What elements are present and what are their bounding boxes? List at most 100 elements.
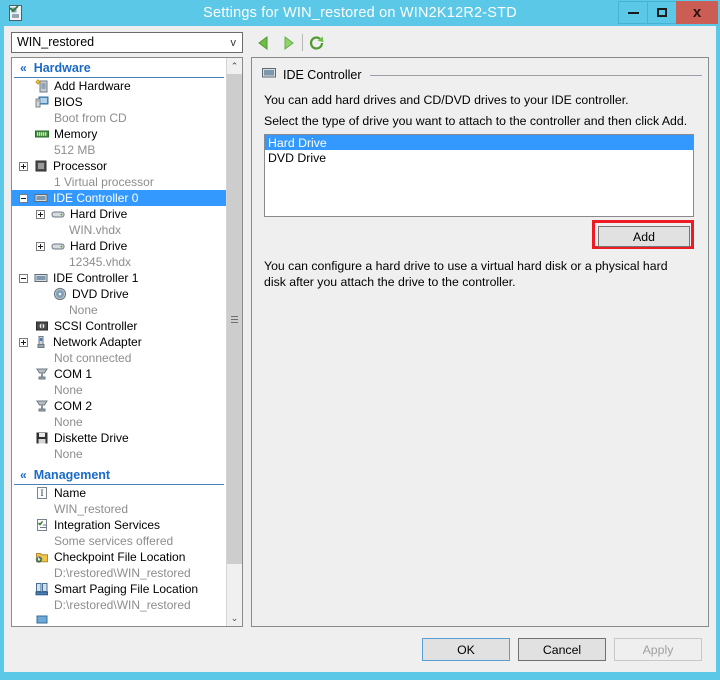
tree-item-label: Processor — [53, 159, 107, 173]
tree-item-sub: WIN_restored — [12, 501, 226, 517]
scrollbar-thumb[interactable] — [227, 74, 242, 564]
tree-item-dvd-drive[interactable]: DVD Drive — [12, 286, 226, 302]
tree-item-label: COM 1 — [54, 367, 92, 381]
chevron-up-icon: « — [20, 469, 27, 481]
ide-controller-icon — [262, 66, 277, 84]
memory-icon — [34, 127, 50, 141]
window-title: Settings for WIN_restored on WIN2K12R2-S… — [0, 0, 720, 26]
expand-toggle[interactable] — [19, 162, 28, 171]
scroll-up-button[interactable]: ⌃ — [227, 58, 242, 74]
forward-button[interactable] — [278, 33, 298, 53]
tree-item-sub: Some services offered — [12, 533, 226, 549]
tree-item-hard-drive-1[interactable]: Hard Drive — [12, 206, 226, 222]
tree-item-bios[interactable]: BIOS — [12, 94, 226, 110]
bios-icon — [34, 95, 50, 109]
maximize-button[interactable] — [647, 1, 677, 24]
tree-item-label: Checkpoint File Location — [54, 550, 185, 564]
tree-item-processor[interactable]: Processor — [12, 158, 226, 174]
diskette-drive-icon — [34, 431, 50, 445]
back-arrow-icon — [254, 33, 274, 53]
tree-item-name[interactable]: I Name — [12, 485, 226, 501]
tree-item-label: DVD Drive — [72, 287, 129, 301]
tree-item-sub: Boot from CD — [12, 110, 226, 126]
window-controls: x — [619, 1, 718, 25]
tree-item-integration-services[interactable]: Integration Services — [12, 517, 226, 533]
add-button[interactable]: Add — [598, 226, 690, 247]
expand-toggle[interactable] — [19, 338, 28, 347]
dialog-button-row: OK Cancel Apply — [4, 634, 716, 664]
tree-item-label: Hard Drive — [70, 239, 127, 253]
list-item-hard-drive[interactable]: Hard Drive — [265, 135, 693, 150]
cancel-button[interactable]: Cancel — [518, 638, 606, 661]
refresh-button[interactable] — [307, 33, 327, 53]
expand-toggle[interactable] — [36, 242, 45, 251]
hard-drive-icon — [50, 239, 66, 253]
tree-item-memory[interactable]: Memory — [12, 126, 226, 142]
collapse-toggle[interactable] — [19, 194, 28, 203]
vm-selector-combobox[interactable]: WIN_restored v — [11, 32, 243, 53]
add-button-highlight: Add — [592, 220, 694, 249]
group-header: IDE Controller — [262, 66, 702, 84]
description-line-1: You can add hard drives and CD/DVD drive… — [264, 92, 694, 108]
ide-controller-icon — [33, 191, 49, 205]
tree-scrollbar[interactable]: ⌃ ⌄ — [226, 58, 242, 626]
vm-selector-value: WIN_restored — [17, 35, 94, 49]
tree-item-label: Add Hardware — [54, 79, 131, 93]
tree-item-sub: None — [12, 382, 226, 398]
toolbar: WIN_restored v — [4, 26, 716, 58]
scroll-down-button[interactable]: ⌄ — [227, 610, 242, 626]
minimize-button[interactable] — [618, 1, 648, 24]
tree-item-sub: Not connected — [12, 350, 226, 366]
ok-button[interactable]: OK — [422, 638, 510, 661]
hardware-tree-panel[interactable]: « Hardware Add Hardware — [11, 57, 243, 627]
tree-item-label: IDE Controller 1 — [53, 271, 138, 285]
tree-item-label: Integration Services — [54, 518, 160, 532]
drive-type-listbox[interactable]: Hard Drive DVD Drive — [264, 134, 694, 217]
chevron-down-icon: v — [231, 37, 237, 49]
tree-item-com-2[interactable]: COM 2 — [12, 398, 226, 414]
tree-item-smart-paging-file-location[interactable]: Smart Paging File Location — [12, 581, 226, 597]
com-port-icon — [34, 399, 50, 413]
description-line-2: Select the type of drive you want to att… — [264, 113, 694, 129]
tree-item-partial[interactable] — [12, 613, 226, 626]
client-area: WIN_restored v — [4, 26, 716, 672]
refresh-icon — [307, 33, 327, 53]
section-header-hardware[interactable]: « Hardware — [14, 58, 224, 78]
tree-item-add-hardware[interactable]: Add Hardware — [12, 78, 226, 94]
ide-controller-icon — [33, 271, 49, 285]
section-header-management[interactable]: « Management — [14, 465, 224, 485]
smart-paging-icon — [34, 582, 50, 596]
tree-item-ide-controller-0[interactable]: IDE Controller 0 — [12, 190, 226, 206]
list-item-dvd-drive[interactable]: DVD Drive — [265, 150, 693, 165]
hard-drive-icon — [50, 207, 66, 221]
tree-item-diskette-drive[interactable]: Diskette Drive — [12, 430, 226, 446]
tree-item-com-1[interactable]: COM 1 — [12, 366, 226, 382]
close-button[interactable]: x — [676, 1, 718, 24]
expand-toggle[interactable] — [36, 210, 45, 219]
automatic-start-icon — [34, 614, 50, 626]
tree-item-network-adapter[interactable]: Network Adapter — [12, 334, 226, 350]
svg-text:I: I — [41, 488, 44, 498]
tree-item-sub: None — [12, 446, 226, 462]
processor-icon — [33, 159, 49, 173]
tree-item-checkpoint-file-location[interactable]: Checkpoint File Location — [12, 549, 226, 565]
chevron-up-icon: « — [20, 62, 27, 74]
tree-item-ide-controller-1[interactable]: IDE Controller 1 — [12, 270, 226, 286]
back-button[interactable] — [254, 33, 274, 53]
group-title: IDE Controller — [283, 68, 362, 82]
tree-list: « Hardware Add Hardware — [12, 58, 226, 626]
tree-item-scsi-controller[interactable]: SCSI Controller — [12, 318, 226, 334]
tree-item-label: Smart Paging File Location — [54, 582, 198, 596]
checkpoint-folder-icon — [34, 550, 50, 564]
settings-window: Settings for WIN_restored on WIN2K12R2-S… — [0, 0, 720, 680]
tree-item-hard-drive-2[interactable]: Hard Drive — [12, 238, 226, 254]
tree-item-sub: 1 Virtual processor — [12, 174, 226, 190]
maximize-icon — [657, 8, 667, 17]
collapse-toggle[interactable] — [19, 274, 28, 283]
tree-item-sub: WIN.vhdx — [12, 222, 226, 238]
tree-item-label: Hard Drive — [70, 207, 127, 221]
tree-item-sub: D:\restored\WIN_restored — [12, 565, 226, 581]
apply-button[interactable]: Apply — [614, 638, 702, 661]
tree-item-label: Name — [54, 486, 86, 500]
minimize-icon — [628, 12, 639, 14]
